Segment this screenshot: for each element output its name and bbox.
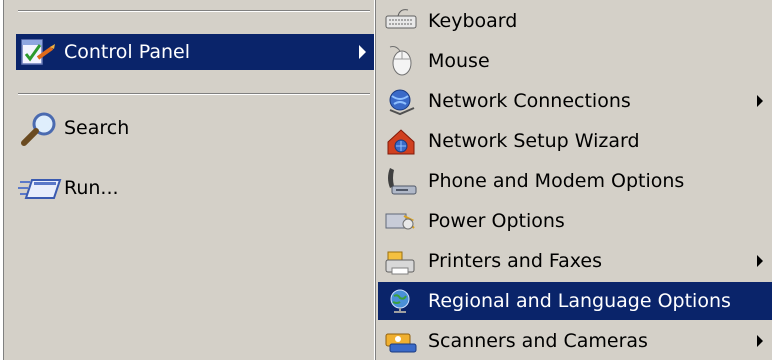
submenu-item-keyboard[interactable]: Keyboard <box>378 2 772 40</box>
submenu-item-regional-language[interactable]: Regional and Language Options <box>378 282 772 320</box>
control-panel-menu-item[interactable]: Control Panel <box>16 34 374 70</box>
submenu-item-label: Printers and Faxes <box>428 250 603 272</box>
submenu-item-label: Phone and Modem Options <box>428 170 685 192</box>
submenu-item-label: Regional and Language Options <box>428 290 731 312</box>
scanners-cameras-icon <box>378 322 424 360</box>
printers-faxes-icon <box>378 242 424 280</box>
mouse-icon <box>378 42 424 80</box>
network-connections-icon <box>378 82 424 120</box>
control-panel-submenu: Keyboard Mouse Network Connections Netwo… <box>374 0 772 360</box>
submenu-item-printers-faxes[interactable]: Printers and Faxes <box>378 242 772 280</box>
submenu-item-label: Scanners and Cameras <box>428 330 648 352</box>
menu-separator <box>18 10 370 12</box>
submenu-item-network-setup-wizard[interactable]: Network Setup Wizard <box>378 122 772 160</box>
globe-icon <box>378 282 424 320</box>
search-label: Search <box>64 117 130 139</box>
control-panel-icon <box>16 36 64 68</box>
submenu-arrow-icon <box>757 95 763 107</box>
keyboard-icon <box>378 2 424 40</box>
submenu-item-label: Keyboard <box>428 10 518 32</box>
submenu-item-label: Mouse <box>428 50 490 72</box>
submenu-item-scanners-cameras[interactable]: Scanners and Cameras <box>378 322 772 360</box>
power-options-icon <box>378 202 424 240</box>
menu-separator <box>18 93 370 95</box>
network-setup-wizard-icon <box>378 122 424 160</box>
control-panel-label: Control Panel <box>64 41 190 63</box>
run-menu-item[interactable]: Run... <box>16 170 356 206</box>
submenu-item-mouse[interactable]: Mouse <box>378 42 772 80</box>
menu-edge <box>0 0 4 360</box>
submenu-arrow-icon <box>757 255 763 267</box>
submenu-item-phone-modem[interactable]: Phone and Modem Options <box>378 162 772 200</box>
submenu-item-label: Network Setup Wizard <box>428 130 640 152</box>
run-icon <box>16 172 64 204</box>
submenu-arrow-icon <box>359 45 366 59</box>
start-menu-left-column: Control Panel Search Run... <box>0 0 374 360</box>
submenu-item-power-options[interactable]: Power Options <box>378 202 772 240</box>
submenu-item-label: Network Connections <box>428 90 631 112</box>
run-label: Run... <box>64 177 119 199</box>
search-menu-item[interactable]: Search <box>16 110 356 146</box>
start-menu-screen: Control Panel Search Run... Keyboard Mou… <box>0 0 772 360</box>
phone-modem-icon <box>378 162 424 200</box>
submenu-item-network-connections[interactable]: Network Connections <box>378 82 772 120</box>
submenu-arrow-icon <box>757 335 763 347</box>
submenu-item-label: Power Options <box>428 210 565 232</box>
search-magnifier-icon <box>16 112 64 146</box>
